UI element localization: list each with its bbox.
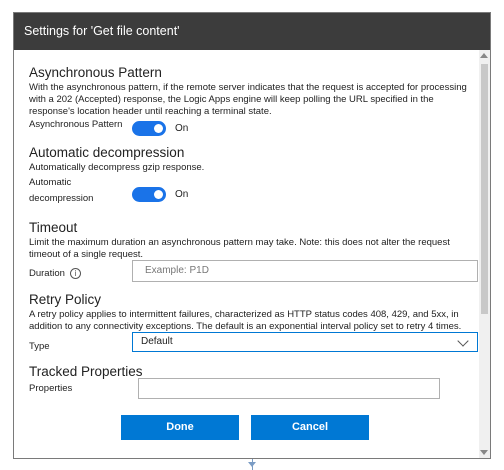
chevron-down-icon: [457, 335, 469, 347]
duration-placeholder: Example: P1D: [145, 265, 209, 276]
toggle-knob: [154, 190, 163, 199]
timeout-section-title: Timeout: [29, 220, 78, 235]
info-icon[interactable]: i: [70, 268, 81, 279]
scroll-up-arrow-icon[interactable]: [480, 53, 488, 58]
retry-type-label: Type: [29, 341, 50, 352]
flow-arrow-icon: [248, 462, 256, 467]
toggle-knob: [154, 124, 163, 133]
decompression-toggle-state: On: [175, 189, 189, 200]
retry-type-selected: Default: [141, 336, 173, 347]
decompression-toggle-label-1: Automatic: [29, 177, 72, 188]
decompression-toggle-label-2: decompression: [29, 193, 94, 204]
decompression-section-title: Automatic decompression: [29, 145, 185, 160]
duration-input[interactable]: Example: P1D: [132, 260, 478, 282]
cancel-button[interactable]: Cancel: [251, 415, 369, 440]
scroll-down-arrow-icon[interactable]: [480, 450, 488, 455]
async-toggle-state: On: [175, 123, 189, 134]
settings-dialog: Settings for 'Get file content' Asynchro…: [13, 12, 491, 459]
decompression-toggle[interactable]: [132, 187, 166, 202]
properties-input[interactable]: [138, 378, 440, 399]
async-description: With the asynchronous pattern, if the re…: [29, 82, 467, 117]
properties-label: Properties: [29, 383, 73, 394]
async-toggle[interactable]: [132, 121, 166, 136]
timeout-description: Limit the maximum duration an asynchrono…: [29, 237, 450, 260]
retry-description: A retry policy applies to intermittent f…: [29, 309, 462, 332]
tracked-section-title: Tracked Properties: [29, 364, 143, 379]
done-button[interactable]: Done: [121, 415, 239, 440]
dialog-title: Settings for 'Get file content': [14, 13, 490, 50]
scrollbar[interactable]: [479, 50, 490, 458]
duration-label: Duration: [29, 268, 65, 279]
async-toggle-label: Asynchronous Pattern: [29, 119, 123, 130]
retry-type-select[interactable]: Default: [132, 332, 478, 352]
scrollbar-thumb[interactable]: [481, 64, 488, 314]
async-section-title: Asynchronous Pattern: [29, 65, 162, 80]
decompression-description: Automatically decompress gzip response.: [29, 162, 205, 173]
retry-section-title: Retry Policy: [29, 292, 102, 307]
